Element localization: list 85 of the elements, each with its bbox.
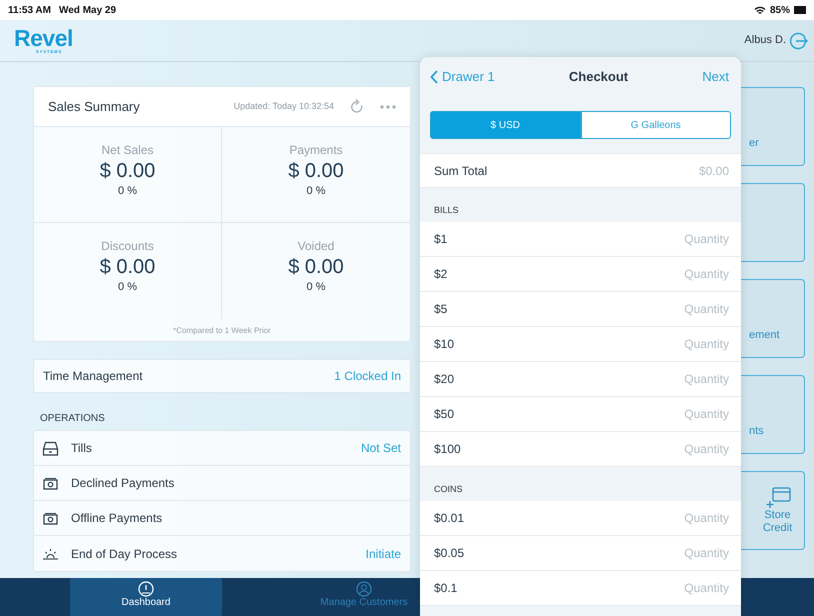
tile[interactable] bbox=[741, 183, 805, 262]
operations-row[interactable]: End of Day Process Initiate bbox=[34, 536, 410, 571]
section-heading: OPERATIONS bbox=[40, 413, 105, 424]
denomination-label: $50 bbox=[434, 406, 454, 423]
metric-value: $ 0.00 bbox=[287, 255, 345, 279]
wifi-icon bbox=[754, 6, 766, 14]
drawer-icon bbox=[42, 440, 59, 456]
metric-label: Discounts bbox=[100, 238, 155, 255]
metric-label: Payments bbox=[288, 142, 344, 159]
denomination-label: $100 bbox=[434, 441, 461, 458]
row-value: Not Set bbox=[360, 440, 401, 457]
battery-percent: 85% bbox=[770, 4, 790, 18]
denomination-label: $0.01 bbox=[434, 510, 464, 527]
row-label: Declined Payments bbox=[71, 475, 174, 492]
logout-icon[interactable] bbox=[790, 32, 808, 50]
denomination-label: $20 bbox=[434, 371, 454, 388]
logo: Revel bbox=[14, 26, 73, 48]
tile-label: ement bbox=[749, 328, 780, 342]
quantity-field[interactable]: Quantity bbox=[639, 265, 729, 283]
quantity-field[interactable]: Quantity bbox=[639, 230, 729, 248]
currency-tab[interactable]: $ USD bbox=[430, 111, 580, 139]
row-value: Initiate bbox=[366, 546, 401, 562]
operations-row[interactable]: Offline Payments bbox=[34, 501, 410, 536]
footnote: *Compared to 1 Week Prior bbox=[173, 326, 271, 335]
metric-value: $ 0.00 bbox=[98, 159, 156, 183]
tile-label: nts bbox=[749, 424, 764, 438]
tile[interactable]: ement bbox=[741, 279, 805, 358]
denomination-label: $5 bbox=[434, 301, 448, 318]
row-label: Tills bbox=[71, 440, 92, 457]
section-heading: COINS bbox=[434, 482, 463, 496]
metric-label: Voided bbox=[296, 238, 336, 255]
popover-title: Checkout bbox=[568, 68, 628, 86]
quantity-field[interactable]: Quantity bbox=[639, 544, 729, 562]
tile[interactable]: Store Credit bbox=[741, 471, 805, 550]
tab[interactable]: Dashboard bbox=[70, 578, 222, 616]
row-label: Time Management bbox=[43, 368, 143, 385]
quantity-field[interactable]: Quantity bbox=[639, 579, 729, 597]
time-management-row[interactable]: Time Management 1 Clocked In bbox=[33, 359, 411, 393]
quantity-field[interactable]: Quantity bbox=[639, 335, 729, 353]
user-icon bbox=[356, 581, 372, 597]
metric-change: 0 % bbox=[117, 280, 138, 295]
chevron-left-icon bbox=[430, 70, 438, 84]
metric-change: 0 % bbox=[306, 280, 326, 295]
sunrise-icon bbox=[42, 546, 59, 561]
denomination-label: $0.05 bbox=[434, 545, 464, 562]
cash-icon bbox=[42, 510, 59, 526]
updated-time: Updated: Today 10:32:54 bbox=[234, 100, 334, 113]
row-label: End of Day Process bbox=[71, 546, 178, 562]
metric-label: Net Sales bbox=[100, 142, 155, 159]
tile[interactable]: er bbox=[741, 87, 805, 166]
quantity-field[interactable]: Quantity bbox=[639, 370, 729, 388]
sum-label: Sum Total bbox=[434, 162, 488, 180]
operations-row[interactable]: Declined Payments bbox=[34, 466, 410, 501]
tile-label: er bbox=[749, 136, 759, 150]
metric-change: 0 % bbox=[306, 184, 326, 199]
row-value: 1 Clocked In bbox=[334, 368, 401, 385]
section-heading: BILLS bbox=[434, 204, 459, 216]
tile[interactable]: nts bbox=[741, 375, 805, 454]
row-label: Offline Payments bbox=[71, 510, 162, 527]
status-time: 11:53 AM bbox=[8, 4, 51, 18]
metric-value: $ 0.00 bbox=[98, 255, 156, 279]
quantity-field[interactable]: Quantity bbox=[639, 405, 729, 423]
refresh-icon[interactable] bbox=[350, 98, 364, 114]
card-plus-icon bbox=[764, 486, 790, 508]
currency-tab[interactable]: G Galleons bbox=[580, 111, 731, 139]
metric-change: 0 % bbox=[117, 184, 138, 199]
battery-icon bbox=[794, 6, 806, 14]
more-icon[interactable] bbox=[380, 104, 396, 108]
quantity-field[interactable]: Quantity bbox=[639, 300, 729, 318]
next-button[interactable]: Next bbox=[702, 67, 729, 87]
sum-value: $0.00 bbox=[698, 162, 729, 180]
denomination-label: $0.1 bbox=[434, 580, 458, 597]
denomination-label: $1 bbox=[434, 231, 448, 248]
user-name: Albus D. bbox=[744, 33, 786, 48]
back-button[interactable]: Drawer 1 bbox=[430, 67, 495, 87]
denomination-label: $10 bbox=[434, 336, 454, 353]
metric-value: $ 0.00 bbox=[287, 159, 345, 183]
quantity-field[interactable]: Quantity bbox=[639, 440, 729, 458]
denomination-label: $2 bbox=[434, 266, 448, 283]
status-date: Wed May 29 bbox=[58, 4, 116, 18]
cash-icon bbox=[42, 476, 59, 490]
operations-row[interactable]: Tills Not Set bbox=[34, 431, 410, 466]
quantity-field[interactable]: Quantity bbox=[639, 509, 729, 527]
tile-label: Store Credit bbox=[762, 508, 794, 534]
card-title: Sales Summary bbox=[48, 98, 140, 116]
